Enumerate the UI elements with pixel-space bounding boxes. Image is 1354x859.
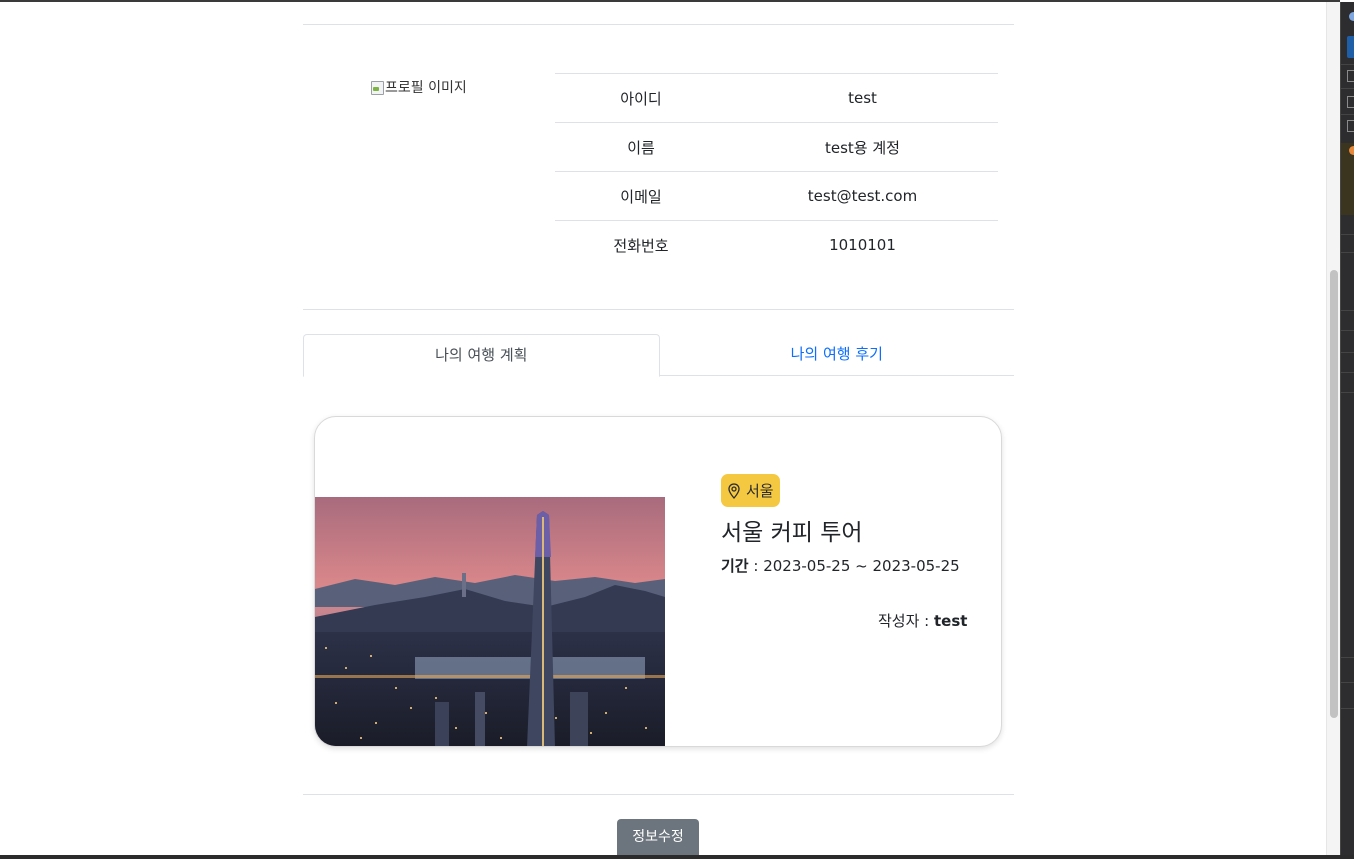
- divider-top: [303, 24, 1014, 25]
- devtools-dot-icon: [1349, 12, 1354, 21]
- devtools-divider: [1341, 352, 1354, 353]
- travel-period: 기간 : 2023-05-25 ~ 2023-05-25: [721, 555, 960, 576]
- travel-plan-thumbnail: [315, 497, 665, 746]
- user-phone-value: 1010101: [829, 236, 896, 255]
- divider-middle: [303, 309, 1014, 310]
- devtools-divider: [1341, 657, 1354, 658]
- user-phone-label: 전화번호: [613, 236, 669, 255]
- scrollbar-thumb[interactable]: [1330, 270, 1338, 718]
- travel-plan-title[interactable]: 서울 커피 투어: [721, 513, 863, 547]
- author-label: 작성자 :: [878, 612, 934, 630]
- tab-my-travel-plans[interactable]: 나의 여행 계획: [303, 334, 660, 377]
- user-email-value: test@test.com: [807, 187, 918, 205]
- devtools-warning-icon: [1349, 146, 1354, 155]
- period-separator: :: [748, 557, 764, 575]
- travel-author: 작성자 : test: [878, 610, 967, 631]
- user-name-value: test용 계정: [825, 138, 900, 157]
- devtools-divider: [1341, 88, 1354, 89]
- devtools-box-icon: [1347, 70, 1354, 82]
- devtools-panel-edge: [1340, 2, 1354, 855]
- user-id-label: 아이디: [620, 89, 662, 108]
- devtools-divider: [1341, 708, 1354, 709]
- location-badge-label: 서울: [746, 482, 774, 500]
- table-row: 이름 test용 계정: [555, 122, 998, 172]
- devtools-divider: [1341, 114, 1354, 115]
- profile-info-table: 아이디 test 이름 test용 계정 이메일 test@test.com 전…: [555, 73, 998, 270]
- user-email-label: 이메일: [620, 187, 662, 206]
- table-row: 아이디 test: [555, 73, 998, 123]
- tab-my-travel-reviews[interactable]: 나의 여행 후기: [660, 334, 1015, 375]
- mypage-tabs: 나의 여행 계획 나의 여행 후기: [303, 334, 1015, 377]
- devtools-box-icon: [1347, 120, 1354, 132]
- devtools-divider: [1341, 234, 1354, 235]
- user-name-label: 이름: [627, 138, 655, 157]
- page-viewport: 프로필 이미지 아이디 test 이름 test용 계정 이메일 test@te…: [0, 2, 1326, 855]
- broken-image-icon: [370, 80, 384, 95]
- period-value: 2023-05-25 ~ 2023-05-25: [763, 557, 960, 575]
- devtools-divider: [1341, 64, 1354, 65]
- location-badge: 서울: [721, 474, 780, 507]
- profile-image: 프로필 이미지: [370, 77, 467, 97]
- profile-image-alt: 프로필 이미지: [385, 80, 467, 96]
- devtools-box-icon: [1347, 96, 1354, 108]
- map-pin-icon: [728, 482, 740, 499]
- author-value: test: [934, 612, 968, 630]
- devtools-tab-icon: [1347, 36, 1354, 58]
- devtools-divider: [1341, 392, 1354, 393]
- window-bottom-edge: [0, 855, 1354, 859]
- devtools-divider: [1341, 310, 1354, 311]
- devtools-divider: [1341, 330, 1354, 331]
- devtools-divider: [1341, 252, 1354, 253]
- devtools-divider: [1341, 682, 1354, 683]
- period-label: 기간: [721, 557, 749, 575]
- devtools-divider: [1341, 372, 1354, 373]
- edit-profile-button[interactable]: 정보수정: [617, 819, 699, 855]
- table-row: 이메일 test@test.com: [555, 171, 998, 221]
- vertical-scrollbar[interactable]: [1326, 2, 1340, 855]
- user-id-value: test: [848, 89, 877, 107]
- table-row: 전화번호 1010101: [555, 220, 998, 270]
- travel-plan-card[interactable]: 서울 서울 커피 투어 기간 : 2023-05-25 ~ 2023-05-25…: [314, 416, 1002, 747]
- divider-bottom: [303, 794, 1014, 795]
